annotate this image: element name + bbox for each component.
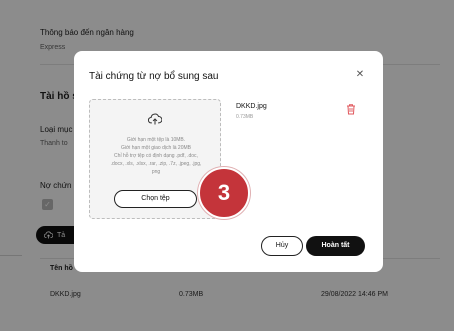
cancel-button[interactable]: Hủy [261,236,303,256]
uploaded-file-size: 0.73MB [236,114,254,120]
cloud-upload-icon [148,113,162,125]
upload-limit-line: Giới hạn một tệp là 10MB. [126,137,186,143]
trash-icon[interactable] [345,103,357,115]
close-icon[interactable]: ✕ [354,69,366,81]
choose-file-button[interactable]: Chọn tệp [114,190,197,208]
page: Thông báo đến ngân hàng Express Tài hồ s… [0,0,454,331]
dialog-title: Tài chứng từ nợ bổ sung sau [89,71,219,82]
upload-limit-line: Giới hạn một giao dịch là 20MB [121,145,191,151]
upload-documents-dialog: Tài chứng từ nợ bổ sung sau ✕ Giới hạn m… [74,51,383,272]
upload-limit-line: .docx, .xls, .xlsx, .rar, .zip, .7z, .jp… [110,161,202,167]
upload-limit-line: png [151,169,161,175]
step-number-badge: 3 [198,167,250,219]
upload-limits-text: Giới hạn một tệp là 10MB. Giới hạn một g… [100,136,212,176]
upload-limit-line: Chỉ hỗ trợ tệp có định dạng .pdf, .doc, [114,153,198,159]
uploaded-file-name: DKKD.jpg [236,103,267,110]
done-button[interactable]: Hoàn tất [306,236,365,256]
